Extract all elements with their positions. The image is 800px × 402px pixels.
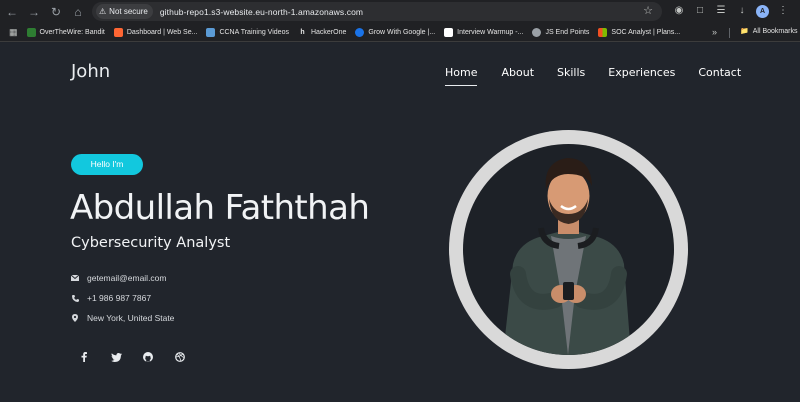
doc-icon [444, 27, 454, 37]
image-icon [206, 27, 216, 37]
url-text[interactable]: github-repo1.s3-website.eu-north-1.amazo… [160, 7, 363, 17]
hackerone-icon: h [297, 27, 307, 37]
dribbble-icon[interactable] [174, 351, 186, 363]
site-info-chip[interactable]: ⚠ Not secure [96, 4, 153, 19]
menu-icon[interactable]: ⋮ [776, 3, 790, 19]
github-icon[interactable] [142, 351, 154, 363]
contact-location: New York, United State [71, 313, 174, 323]
download-icon[interactable]: ↓ [735, 3, 749, 19]
profile-avatar[interactable]: A [756, 4, 769, 18]
bookmark-item[interactable]: JS End Points [532, 27, 589, 37]
reload-icon[interactable]: ↻ [48, 4, 64, 20]
facebook-icon[interactable] [78, 351, 90, 363]
map-pin-icon [71, 313, 79, 323]
google-icon [355, 27, 365, 37]
twitter-icon[interactable] [110, 351, 122, 363]
address-bar[interactable]: ⚠ Not secure github-repo1.s3-website.eu-… [92, 2, 662, 21]
microsoft-icon [598, 27, 608, 37]
hero-name: Abdullah Faththah [70, 188, 370, 228]
home-icon[interactable]: ⌂ [70, 4, 86, 20]
chevron-right-icon[interactable]: » [712, 27, 717, 37]
nav-skills[interactable]: Skills [557, 66, 585, 79]
extensions-icon[interactable]: □ [693, 3, 707, 19]
folder-icon: 📁 [740, 28, 749, 35]
contact-phone: +1 986 987 7867 [71, 293, 151, 303]
nav-home[interactable]: Home [445, 66, 478, 86]
portfolio-page: John Home About Skills Experiences Conta… [0, 43, 800, 402]
all-bookmarks[interactable]: 📁 All Bookmarks [740, 27, 797, 36]
tab-search-icon[interactable]: ☰ [714, 3, 728, 19]
profile-photo-frame [449, 130, 688, 369]
bookmark-item[interactable]: OverTheWire: Bandit [26, 27, 105, 37]
main-nav: Home About Skills Experiences Contact [445, 66, 741, 86]
bookmark-item[interactable]: Dashboard | Web Se... [113, 27, 197, 37]
contact-email: getemail@email.com [71, 273, 167, 283]
site-logo[interactable]: John [71, 61, 110, 82]
bookmark-item[interactable]: h HackerOne [297, 27, 346, 37]
bookmark-item[interactable]: Grow With Google |... [355, 27, 435, 37]
globe-icon [532, 27, 542, 37]
person-illustration [503, 158, 631, 355]
camera-icon[interactable]: ◉ [672, 3, 686, 19]
hello-badge: Hello I'm [71, 154, 143, 175]
forward-icon[interactable]: → [26, 4, 42, 20]
apps-grid-icon[interactable]: ▦ [9, 27, 18, 38]
overthewire-icon [26, 27, 36, 37]
nav-contact[interactable]: Contact [698, 66, 741, 79]
nav-about[interactable]: About [501, 66, 534, 79]
browser-toolbar: ← → ↻ ⌂ ⚠ Not secure github-repo1.s3-web… [0, 0, 800, 23]
bookmark-item[interactable]: CCNA Training Videos [206, 27, 289, 37]
phone-icon [71, 293, 79, 303]
back-icon[interactable]: ← [4, 4, 20, 20]
bookmark-star-icon[interactable]: ☆ [643, 4, 653, 17]
hero-role: Cybersecurity Analyst [71, 235, 231, 251]
social-links [78, 351, 186, 363]
divider [729, 28, 730, 38]
profile-photo [463, 144, 674, 355]
bookmark-item[interactable]: SOC Analyst | Plans... [598, 27, 680, 37]
nav-experiences[interactable]: Experiences [608, 66, 675, 79]
portswigger-icon [113, 27, 123, 37]
security-label: Not secure [109, 7, 148, 16]
envelope-icon [71, 273, 79, 283]
warning-icon: ⚠ [99, 7, 107, 16]
bookmark-item[interactable]: Interview Warmup -... [444, 27, 523, 37]
bookmarks-bar: ▦ OverTheWire: Bandit Dashboard | Web Se… [0, 23, 800, 42]
